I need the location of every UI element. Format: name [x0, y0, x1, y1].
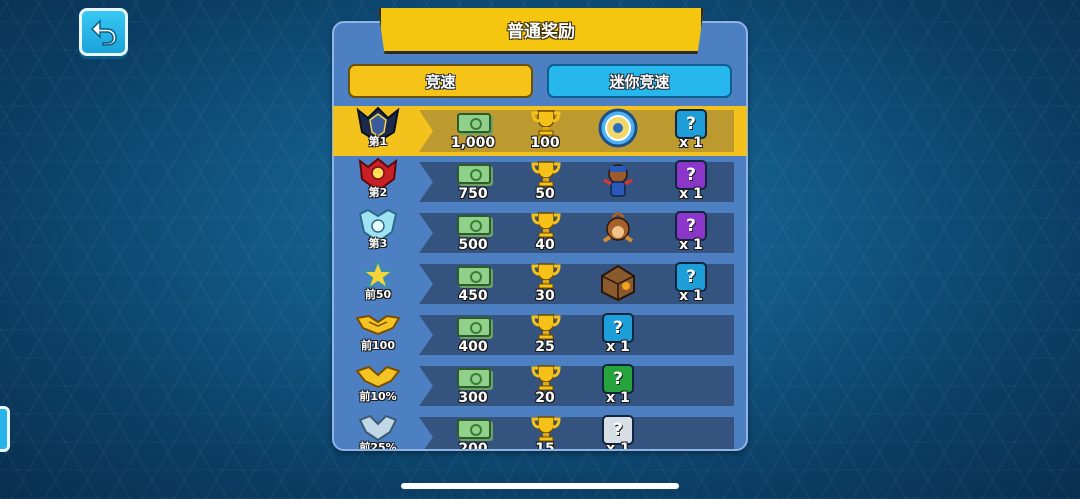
cash-amount: 200	[458, 441, 488, 449]
home-indicator[interactable]	[401, 483, 679, 489]
rank-medal: 前10%	[353, 361, 403, 407]
trophy-icon	[531, 263, 561, 289]
trophy-amount: 20	[535, 390, 555, 406]
cash-icon	[457, 419, 491, 439]
box-quantity: x 1	[679, 237, 703, 253]
cash-amount: 1,000	[450, 135, 496, 151]
box-quantity: x 1	[606, 390, 630, 406]
reward-row-top-25-percent: 前25% 200 15 ? x 1	[333, 412, 747, 449]
back-arrow-icon	[90, 19, 117, 46]
insta-reward[interactable]	[588, 160, 648, 204]
cash-icon	[457, 164, 491, 184]
trophy-amount: 15	[535, 441, 555, 449]
rank-medal: 前100	[353, 310, 403, 356]
cash-icon	[457, 266, 491, 286]
trophy-reward: 40	[515, 211, 575, 255]
trophy-icon	[531, 416, 561, 442]
reward-row-rank-3: 第3 500 40 ? x 1	[333, 208, 747, 254]
reward-row-top-10-percent: 前10% 300 20 ? x 1	[333, 361, 747, 407]
cash-amount: 500	[458, 237, 488, 253]
rank-medal: 第1	[353, 106, 403, 152]
boomerang-monkey-insta-icon	[602, 211, 634, 243]
trophy-icon	[531, 161, 561, 187]
mystery-box-reward[interactable]: ? x 1	[661, 211, 721, 255]
back-button[interactable]	[79, 8, 128, 56]
reward-row-rank-2: 第2 750 50 ? x 1	[333, 157, 747, 203]
mystery-box-reward[interactable]: ? x 1	[661, 160, 721, 204]
trophy-amount: 100	[530, 135, 560, 151]
trophy-reward: 15	[515, 415, 575, 449]
insta-reward[interactable]	[588, 108, 648, 153]
mystery-box-reward[interactable]: ? x 1	[588, 313, 648, 357]
insta-reward[interactable]	[588, 262, 648, 306]
cash-reward: 450	[443, 262, 503, 306]
reward-row-top-50: 前50 450 30 ? x 1	[333, 259, 747, 305]
mystery-box-reward[interactable]: ? x 1	[588, 415, 648, 449]
trophy-icon	[531, 110, 561, 136]
reward-row-top-100: 前100 400 25 ? x 1	[333, 310, 747, 356]
trophy-icon	[531, 212, 561, 238]
trophy-reward: 25	[515, 313, 575, 357]
mystery-box-reward[interactable]: ? x 1	[661, 109, 721, 153]
cash-reward: 500	[443, 211, 503, 255]
title-banner: 普通奖励	[378, 8, 704, 54]
cash-reward: 400	[443, 313, 503, 357]
trophy-reward: 20	[515, 364, 575, 408]
tab-mini-race[interactable]: 迷你竞速	[547, 64, 732, 98]
cash-amount: 300	[458, 390, 488, 406]
tab-mini-race-label: 迷你竞速	[609, 72, 670, 91]
trophy-amount: 25	[535, 339, 555, 355]
trophy-reward: 50	[515, 160, 575, 204]
trophy-icon	[531, 314, 561, 340]
box-quantity: x 1	[679, 135, 703, 151]
trophy-amount: 50	[535, 186, 555, 202]
page-title: 普通奖励	[507, 22, 575, 42]
rank-label: 第2	[368, 186, 388, 199]
cash-amount: 400	[458, 339, 488, 355]
cash-reward: 200	[443, 415, 503, 449]
box-quantity: x 1	[679, 186, 703, 202]
rewards-list[interactable]: 第1 1,000 100 ? x 1 第2 750 50 ? x 1 第3 50…	[333, 106, 747, 449]
blue-vortex-insta-icon	[598, 108, 638, 148]
insta-reward[interactable]	[588, 211, 648, 255]
box-quantity: x 1	[606, 441, 630, 449]
cash-icon	[457, 317, 491, 337]
tab-race-label: 竞速	[425, 72, 456, 91]
cash-reward: 1,000	[443, 109, 503, 153]
trophy-icon	[531, 365, 561, 391]
rank-medal: 第2	[353, 157, 403, 203]
monkey-insta-icon	[603, 164, 633, 197]
rank-label: 第3	[368, 237, 388, 250]
side-drawer-tab[interactable]	[0, 406, 10, 452]
cash-reward: 300	[443, 364, 503, 408]
rank-label: 前25%	[359, 441, 397, 449]
reward-row-rank-1: 第1 1,000 100 ? x 1	[333, 106, 747, 156]
trophy-reward: 100	[515, 109, 575, 153]
mystery-box-reward[interactable]: ? x 1	[588, 364, 648, 408]
trophy-reward: 30	[515, 262, 575, 306]
rank-label: 前100	[361, 339, 395, 352]
trophy-amount: 40	[535, 237, 555, 253]
rank-medal: 前50	[353, 259, 403, 305]
cash-reward: 750	[443, 160, 503, 204]
rank-label: 前50	[364, 288, 392, 301]
cash-icon	[457, 113, 491, 133]
cash-icon	[457, 215, 491, 235]
rank-label: 前10%	[359, 390, 397, 403]
cash-amount: 450	[458, 288, 488, 304]
rank-medal: 第3	[353, 208, 403, 254]
crate-icon	[601, 264, 635, 302]
rank-label: 第1	[368, 135, 388, 148]
mystery-box-reward[interactable]: ? x 1	[661, 262, 721, 306]
box-quantity: x 1	[679, 288, 703, 304]
trophy-amount: 30	[535, 288, 555, 304]
cash-amount: 750	[458, 186, 488, 202]
tab-race[interactable]: 竞速	[348, 64, 533, 98]
box-quantity: x 1	[606, 339, 630, 355]
cash-icon	[457, 368, 491, 388]
rank-medal: 前25%	[353, 412, 403, 449]
